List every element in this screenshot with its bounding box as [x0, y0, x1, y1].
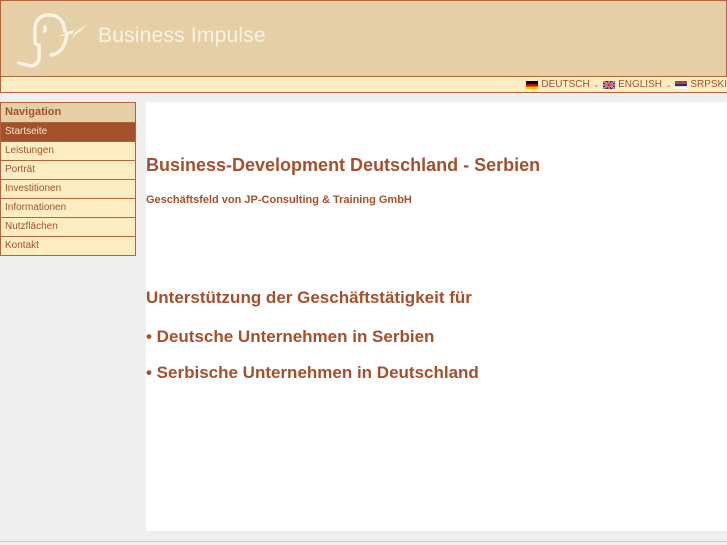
separator: - [666, 80, 671, 92]
rs-flag-icon [675, 80, 688, 89]
nav-heading: Navigation [1, 103, 135, 123]
nav-item-informationen[interactable]: Informationen [1, 199, 135, 218]
lang-english[interactable]: ENGLISH [603, 77, 662, 92]
nav-item-startseite[interactable]: Startseite [1, 123, 135, 142]
language-bar: DEUTSCH - ENGLISH - SRPSKI [0, 76, 727, 93]
lang-label: DEUTSCH [541, 79, 590, 90]
logo-icon[interactable] [9, 11, 93, 69]
nav-item-portraet[interactable]: Porträt [1, 161, 135, 180]
lang-label: ENGLISH [618, 79, 662, 90]
nav-item-kontakt[interactable]: Kontakt [1, 237, 135, 255]
uk-flag-icon [603, 80, 616, 89]
lang-label: SRPSKI [690, 79, 727, 90]
brand-name[interactable]: Business Impulse [98, 24, 266, 48]
lang-srpski[interactable]: SRPSKI [675, 77, 727, 92]
lang-deutsch[interactable]: DEUTSCH [526, 77, 590, 92]
page-title: Business-Development Deutschland - Serbi… [146, 155, 541, 175]
page-subtitle: Geschäftsfeld von JP-Consulting & Traini… [146, 194, 412, 206]
separator: - [594, 80, 599, 92]
main-content: Business-Development Deutschland - Serbi… [146, 102, 727, 531]
bullet-item: • Serbische Unternehmen in Deutschland [146, 363, 479, 382]
bullet-item: • Deutsche Unternehmen in Serbien [146, 327, 435, 346]
navigation-menu: Navigation Startseite Leistungen Porträt… [0, 102, 136, 256]
site-header: Business Impulse [0, 0, 727, 76]
de-flag-icon [526, 80, 539, 89]
nav-item-investitionen[interactable]: Investitionen [1, 180, 135, 199]
nav-item-nutzflaechen[interactable]: Nutzflächen [1, 218, 135, 237]
nav-item-leistungen[interactable]: Leistungen [1, 142, 135, 161]
footer-divider [0, 541, 727, 542]
support-heading: Unterstützung der Geschäftstätigkeit für [146, 288, 472, 307]
